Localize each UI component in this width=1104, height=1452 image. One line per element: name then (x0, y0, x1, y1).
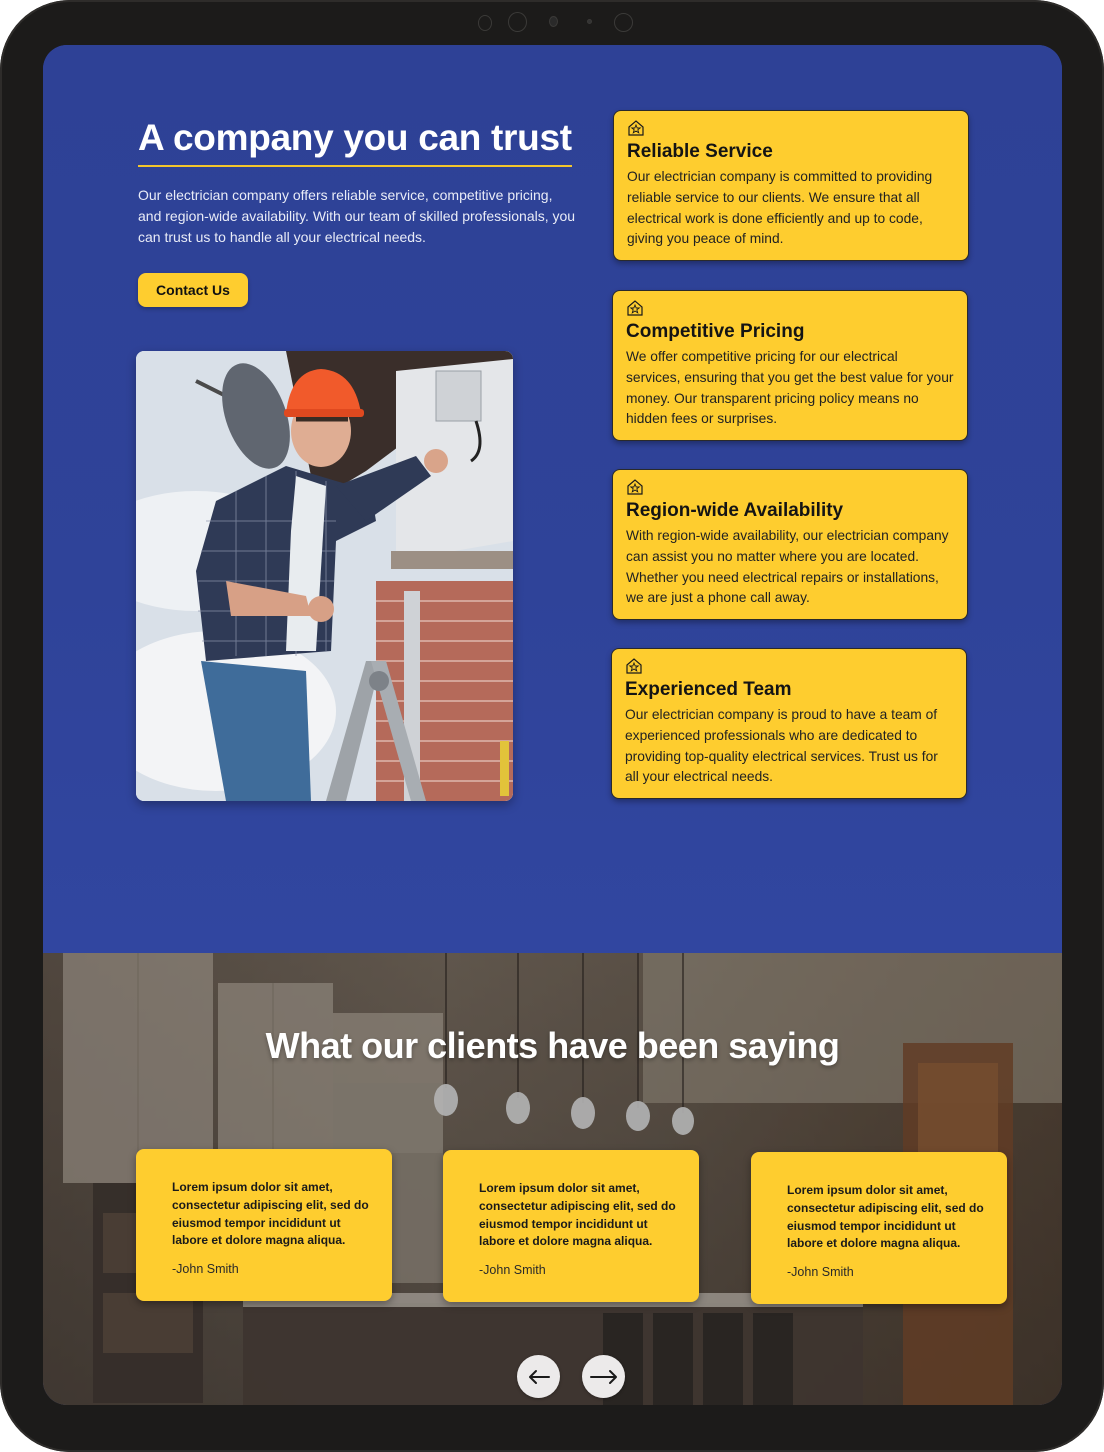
testimonial-quote: Lorem ipsum dolor sit amet, consectetur … (172, 1180, 369, 1248)
feature-card-region-wide-availability: Region-wide Availability With region-wid… (612, 469, 968, 620)
camera-icon (549, 16, 558, 27)
contact-us-button[interactable]: Contact Us (138, 273, 248, 307)
sensor-icon (614, 13, 633, 32)
hero-description: Our electrician company offers reliable … (138, 187, 576, 245)
sensor-icon (478, 15, 492, 31)
arrow-left-icon (528, 1369, 550, 1384)
house-star-icon (626, 658, 642, 674)
feature-card-reliable-service: Reliable Service Our electrician company… (613, 110, 969, 261)
testimonial-quote: Lorem ipsum dolor sit amet, consectetur … (787, 1183, 984, 1251)
feature-title: Competitive Pricing (626, 321, 805, 342)
testimonial-card: Lorem ipsum dolor sit amet, consectetur … (136, 1149, 392, 1301)
testimonial-author: -John Smith (172, 1262, 239, 1277)
feature-title: Reliable Service (627, 141, 773, 162)
testimonial-author: -John Smith (479, 1263, 546, 1278)
testimonials-section: What our clients have been saying Lorem … (43, 953, 1062, 1405)
screen: A company you can trust Our electrician … (43, 45, 1062, 1405)
tablet-frame: A company you can trust Our electrician … (0, 0, 1104, 1452)
testimonial-card: Lorem ipsum dolor sit amet, consectetur … (443, 1150, 699, 1302)
testimonial-author: -John Smith (787, 1265, 854, 1280)
feature-text: With region-wide availability, our elect… (626, 528, 949, 606)
testimonial-card: Lorem ipsum dolor sit amet, consectetur … (751, 1152, 1007, 1304)
hero-section: A company you can trust Our electrician … (43, 45, 1062, 953)
sensor-icon (508, 12, 527, 32)
house-star-icon (627, 300, 643, 316)
sensor-icon (587, 19, 592, 24)
arrow-right-icon (589, 1369, 617, 1384)
feature-text: Our electrician company is committed to … (627, 169, 933, 247)
feature-text: We offer competitive pricing for our ele… (626, 349, 954, 427)
camera-sensors (470, 12, 640, 32)
electrician-photo (136, 351, 513, 801)
next-testimonial-button[interactable] (582, 1355, 625, 1398)
hero-title: A company you can trust (138, 117, 572, 167)
feature-title: Experienced Team (625, 679, 792, 700)
house-star-icon (628, 120, 644, 136)
testimonials-title: What our clients have been saying (265, 1025, 840, 1066)
house-star-icon (627, 479, 643, 495)
feature-card-experienced-team: Experienced Team Our electrician company… (611, 648, 967, 799)
previous-testimonial-button[interactable] (517, 1355, 560, 1398)
testimonial-quote: Lorem ipsum dolor sit amet, consectetur … (479, 1181, 676, 1249)
feature-card-competitive-pricing: Competitive Pricing We offer competitive… (612, 290, 968, 441)
feature-text: Our electrician company is proud to have… (625, 707, 938, 785)
feature-title: Region-wide Availability (626, 500, 844, 521)
